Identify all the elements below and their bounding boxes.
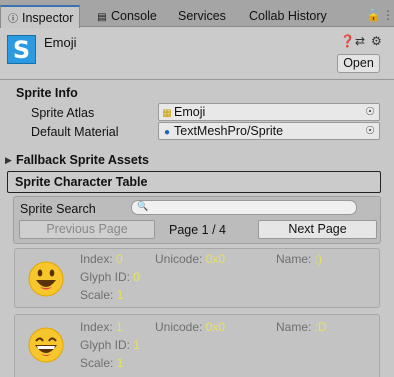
search-icon: 🔍 — [137, 201, 149, 211]
tab-inspector[interactable]: ⓘ Inspector — [0, 5, 81, 28]
tab-bar: ⓘ Inspector ▤ Console Services Collab Hist… — [0, 0, 394, 28]
help-icon[interactable]: ❓ — [340, 34, 355, 48]
sprite-atlas-value: Emoji — [174, 105, 206, 119]
next-page-button[interactable]: Next Page — [258, 220, 377, 239]
index-field: Index: 1 — [80, 320, 123, 334]
smiley-emoji-icon — [28, 261, 64, 297]
texture-icon: ▦ — [162, 108, 172, 119]
asset-name: Emoji — [44, 35, 77, 50]
unicode-value: 0x0 — [205, 320, 226, 334]
sprite-atlas-label: Sprite Atlas — [31, 106, 95, 120]
index-field: Index: 0 — [80, 252, 123, 266]
glyph-id-value: 1 — [133, 338, 141, 352]
scale-field: Scale: 1 — [80, 356, 124, 370]
unicode-field: Unicode: 0x0 — [155, 320, 226, 334]
tab-label: Inspector — [22, 11, 74, 25]
scale-value: 1 — [116, 356, 124, 370]
unicode-field: Unicode: 0x0 — [155, 252, 226, 266]
object-picker-icon[interactable]: ☉ — [365, 123, 375, 139]
glyph-id-field: Glyph ID: 1 — [80, 338, 141, 352]
default-material-label: Default Material — [31, 125, 119, 139]
foldout-arrow-icon[interactable]: ▶ — [5, 155, 12, 166]
open-button[interactable]: Open — [337, 54, 380, 73]
page-indicator: Page 1 / 4 — [169, 223, 226, 237]
previous-page-button[interactable]: Previous Page — [19, 220, 155, 239]
name-value: :) — [314, 252, 323, 266]
name-field: Name: :D — [276, 320, 327, 334]
material-icon: ● — [163, 127, 171, 138]
header-divider — [0, 79, 394, 80]
sprite-character-table-header[interactable]: Sprite Character Table — [7, 171, 381, 193]
name-value: :D — [314, 320, 327, 334]
glyph-id-value: 0 — [133, 270, 141, 284]
object-picker-icon[interactable]: ☉ — [365, 104, 375, 120]
fallback-sprite-assets-foldout[interactable]: Fallback Sprite Assets — [16, 153, 149, 167]
tab-collab-history[interactable]: Collab History — [249, 6, 327, 27]
default-material-field[interactable]: ● TextMeshPro/Sprite ☉ — [158, 122, 380, 140]
console-icon: ▤ — [97, 12, 107, 23]
sprite-search-input[interactable]: 🔍 — [131, 200, 357, 215]
index-value: 0 — [116, 252, 123, 266]
unicode-value: 0x0 — [205, 252, 226, 266]
tab-services[interactable]: Services — [178, 6, 226, 27]
name-field: Name: :) — [276, 252, 323, 266]
glyph-id-field: Glyph ID: 0 — [80, 270, 141, 284]
gear-icon[interactable]: ⚙ — [371, 34, 382, 48]
table-title: Sprite Character Table — [15, 175, 148, 189]
grinning-emoji-icon — [28, 327, 64, 363]
scale-value: 1 — [116, 288, 124, 302]
tab-label: Services — [178, 9, 226, 23]
tab-console[interactable]: ▤ Console — [96, 6, 157, 27]
more-options-icon[interactable]: ⋮ — [382, 8, 394, 22]
sprite-atlas-field[interactable]: ▦ Emoji ☉ — [158, 103, 380, 121]
sprite-asset-icon: S — [7, 35, 36, 64]
scale-field: Scale: 1 — [80, 288, 124, 302]
sprite-info-title: Sprite Info — [16, 86, 78, 100]
sprite-search-label: Sprite Search — [20, 202, 96, 216]
tab-label: Console — [111, 9, 157, 23]
tab-label: Collab History — [249, 9, 327, 23]
default-material-value: TextMeshPro/Sprite — [174, 124, 284, 138]
index-value: 1 — [116, 320, 123, 334]
lock-icon[interactable]: 🔒 — [366, 8, 381, 22]
preset-icon[interactable]: ⇄ — [355, 34, 365, 48]
